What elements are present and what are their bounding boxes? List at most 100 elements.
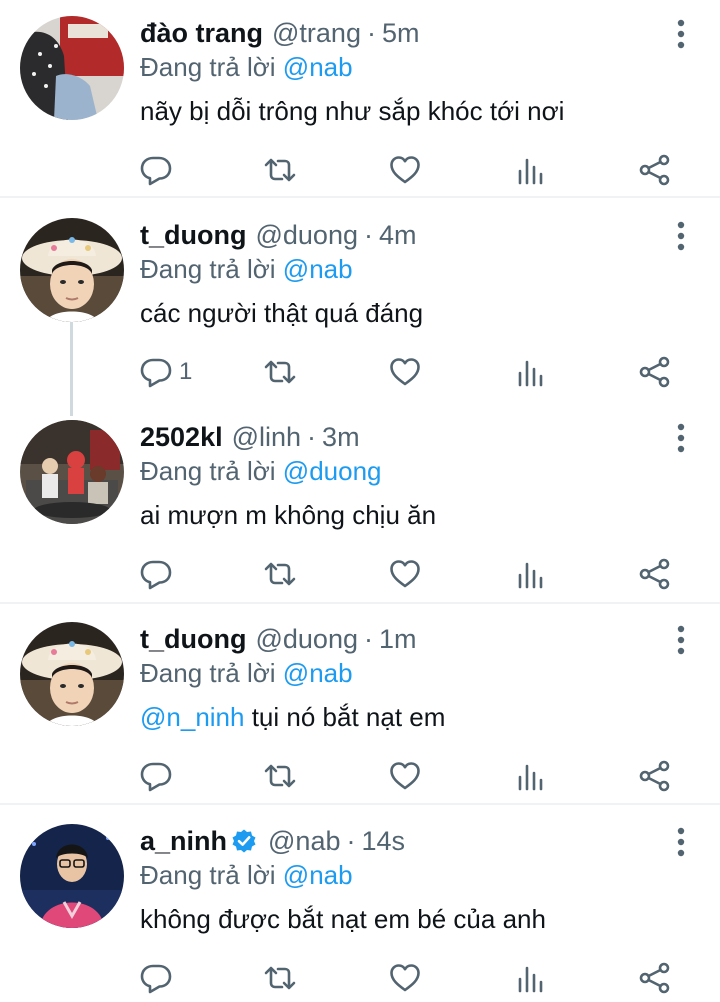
reply-button[interactable] xyxy=(139,958,173,998)
replying-to-mention[interactable]: @nab xyxy=(283,254,353,284)
tweet-text-content: không được bắt nạt em bé của anh xyxy=(140,904,546,934)
user-handle[interactable]: @duong xyxy=(255,624,358,655)
user-handle[interactable]: @linh xyxy=(232,422,301,453)
avatar[interactable] xyxy=(20,824,124,928)
like-button[interactable] xyxy=(388,958,422,998)
user-handle[interactable]: @trang xyxy=(272,18,361,49)
timestamp[interactable]: 14s xyxy=(361,826,405,857)
bar-chart-icon xyxy=(514,759,548,793)
tweet-text: không được bắt nạt em bé của anh xyxy=(140,901,546,937)
like-button[interactable] xyxy=(388,352,422,392)
display-name[interactable]: 2502kl xyxy=(140,422,223,453)
more-options-icon[interactable] xyxy=(672,826,690,858)
share-button[interactable] xyxy=(638,554,672,594)
separator-dot: · xyxy=(346,825,356,856)
avatar[interactable] xyxy=(20,16,124,120)
tweet[interactable]: đào trang @trang · 5m Đang trả lời @nab nãy b… xyxy=(0,0,720,200)
replying-to-line: Đang trả lời @nab xyxy=(140,50,353,84)
timestamp[interactable]: 4m xyxy=(379,220,417,251)
share-icon xyxy=(638,153,672,187)
replying-to-label: Đang trả lời xyxy=(140,658,276,688)
heart-icon xyxy=(388,961,422,995)
retweet-button[interactable] xyxy=(263,756,297,796)
timestamp[interactable]: 5m xyxy=(382,18,420,49)
more-options-icon[interactable] xyxy=(672,18,690,50)
replying-to-line: Đang trả lời @duong xyxy=(140,454,382,488)
analytics-button[interactable] xyxy=(514,756,548,796)
analytics-button[interactable] xyxy=(514,554,548,594)
heart-icon xyxy=(388,153,422,187)
tweet-actions xyxy=(0,554,720,594)
tweet-header: 2502kl @linh · 3m xyxy=(140,418,360,456)
tweet[interactable]: 2502kl @linh · 3m Đang trả lời @duong ai mượn… xyxy=(0,404,720,604)
replying-to-label: Đang trả lời xyxy=(140,52,276,82)
replying-to-mention[interactable]: @nab xyxy=(283,658,353,688)
separator-dot: · xyxy=(366,17,376,48)
share-icon xyxy=(638,557,672,591)
analytics-button[interactable] xyxy=(514,150,548,190)
heart-icon xyxy=(388,355,422,389)
display-name[interactable]: t_duong xyxy=(140,624,246,655)
replying-to-mention[interactable]: @duong xyxy=(283,456,382,486)
more-options-icon[interactable] xyxy=(672,624,690,656)
like-button[interactable] xyxy=(388,150,422,190)
avatar[interactable] xyxy=(20,420,124,524)
share-button[interactable] xyxy=(638,756,672,796)
like-button[interactable] xyxy=(388,554,422,594)
retweet-button[interactable] xyxy=(263,958,297,998)
user-handle[interactable]: @nab xyxy=(268,826,340,857)
tweet-text-content: các người thật quá đáng xyxy=(140,298,424,328)
display-name[interactable]: a_ninh xyxy=(140,826,227,857)
tweet-divider xyxy=(0,803,720,805)
tweet[interactable]: t_duong @duong · 4m Đang trả lời @nab các ngư… xyxy=(0,202,720,402)
display-name[interactable]: t_duong xyxy=(140,220,246,251)
retweet-button[interactable] xyxy=(263,150,297,190)
separator-dot: · xyxy=(363,623,373,654)
tweet-mention[interactable]: @n_ninh xyxy=(140,702,244,732)
thread-connector-line xyxy=(70,322,73,416)
tweet-actions xyxy=(0,756,720,796)
retweet-button[interactable] xyxy=(263,352,297,392)
heart-icon xyxy=(388,557,422,591)
bar-chart-icon xyxy=(514,355,548,389)
retweet-icon xyxy=(263,153,297,187)
reply-button[interactable] xyxy=(139,554,173,594)
reply-button[interactable]: 1 xyxy=(139,352,192,392)
replying-to-mention[interactable]: @nab xyxy=(283,52,353,82)
timestamp[interactable]: 1m xyxy=(379,624,417,655)
avatar[interactable] xyxy=(20,218,124,322)
retweet-icon xyxy=(263,961,297,995)
timestamp[interactable]: 3m xyxy=(322,422,360,453)
tweet[interactable]: a_ninh @nab · 14s Đang trả lời @nab không đượ… xyxy=(0,808,720,1002)
share-icon xyxy=(638,355,672,389)
analytics-button[interactable] xyxy=(514,352,548,392)
bar-chart-icon xyxy=(514,153,548,187)
tweet-text-content: tụi nó bắt nạt em xyxy=(244,702,446,732)
like-button[interactable] xyxy=(388,756,422,796)
retweet-icon xyxy=(263,557,297,591)
tweet[interactable]: t_duong @duong · 1m Đang trả lời @nab @n_ninh… xyxy=(0,606,720,806)
analytics-button[interactable] xyxy=(514,958,548,998)
share-icon xyxy=(638,961,672,995)
more-options-icon[interactable] xyxy=(672,422,690,454)
display-name[interactable]: đào trang xyxy=(140,18,263,49)
tweet-actions xyxy=(0,958,720,998)
tweet-header: t_duong @duong · 1m xyxy=(140,620,417,658)
reply-button[interactable] xyxy=(139,756,173,796)
reply-button[interactable] xyxy=(139,150,173,190)
tweet-text-content: ai mượn m không chịu ăn xyxy=(140,500,437,530)
share-button[interactable] xyxy=(638,150,672,190)
replying-to-mention[interactable]: @nab xyxy=(283,860,353,890)
share-button[interactable] xyxy=(638,352,672,392)
share-button[interactable] xyxy=(638,958,672,998)
tweet-header: a_ninh @nab · 14s xyxy=(140,822,405,860)
user-handle[interactable]: @duong xyxy=(255,220,358,251)
tweet-text: nãy bị dỗi trông như sắp khóc tới nơi xyxy=(140,93,564,129)
tweet-actions: 1 xyxy=(0,352,720,392)
reply-icon xyxy=(139,153,173,187)
avatar[interactable] xyxy=(20,622,124,726)
retweet-button[interactable] xyxy=(263,554,297,594)
bar-chart-icon xyxy=(514,557,548,591)
tweet-text: các người thật quá đáng xyxy=(140,295,423,331)
more-options-icon[interactable] xyxy=(672,220,690,252)
